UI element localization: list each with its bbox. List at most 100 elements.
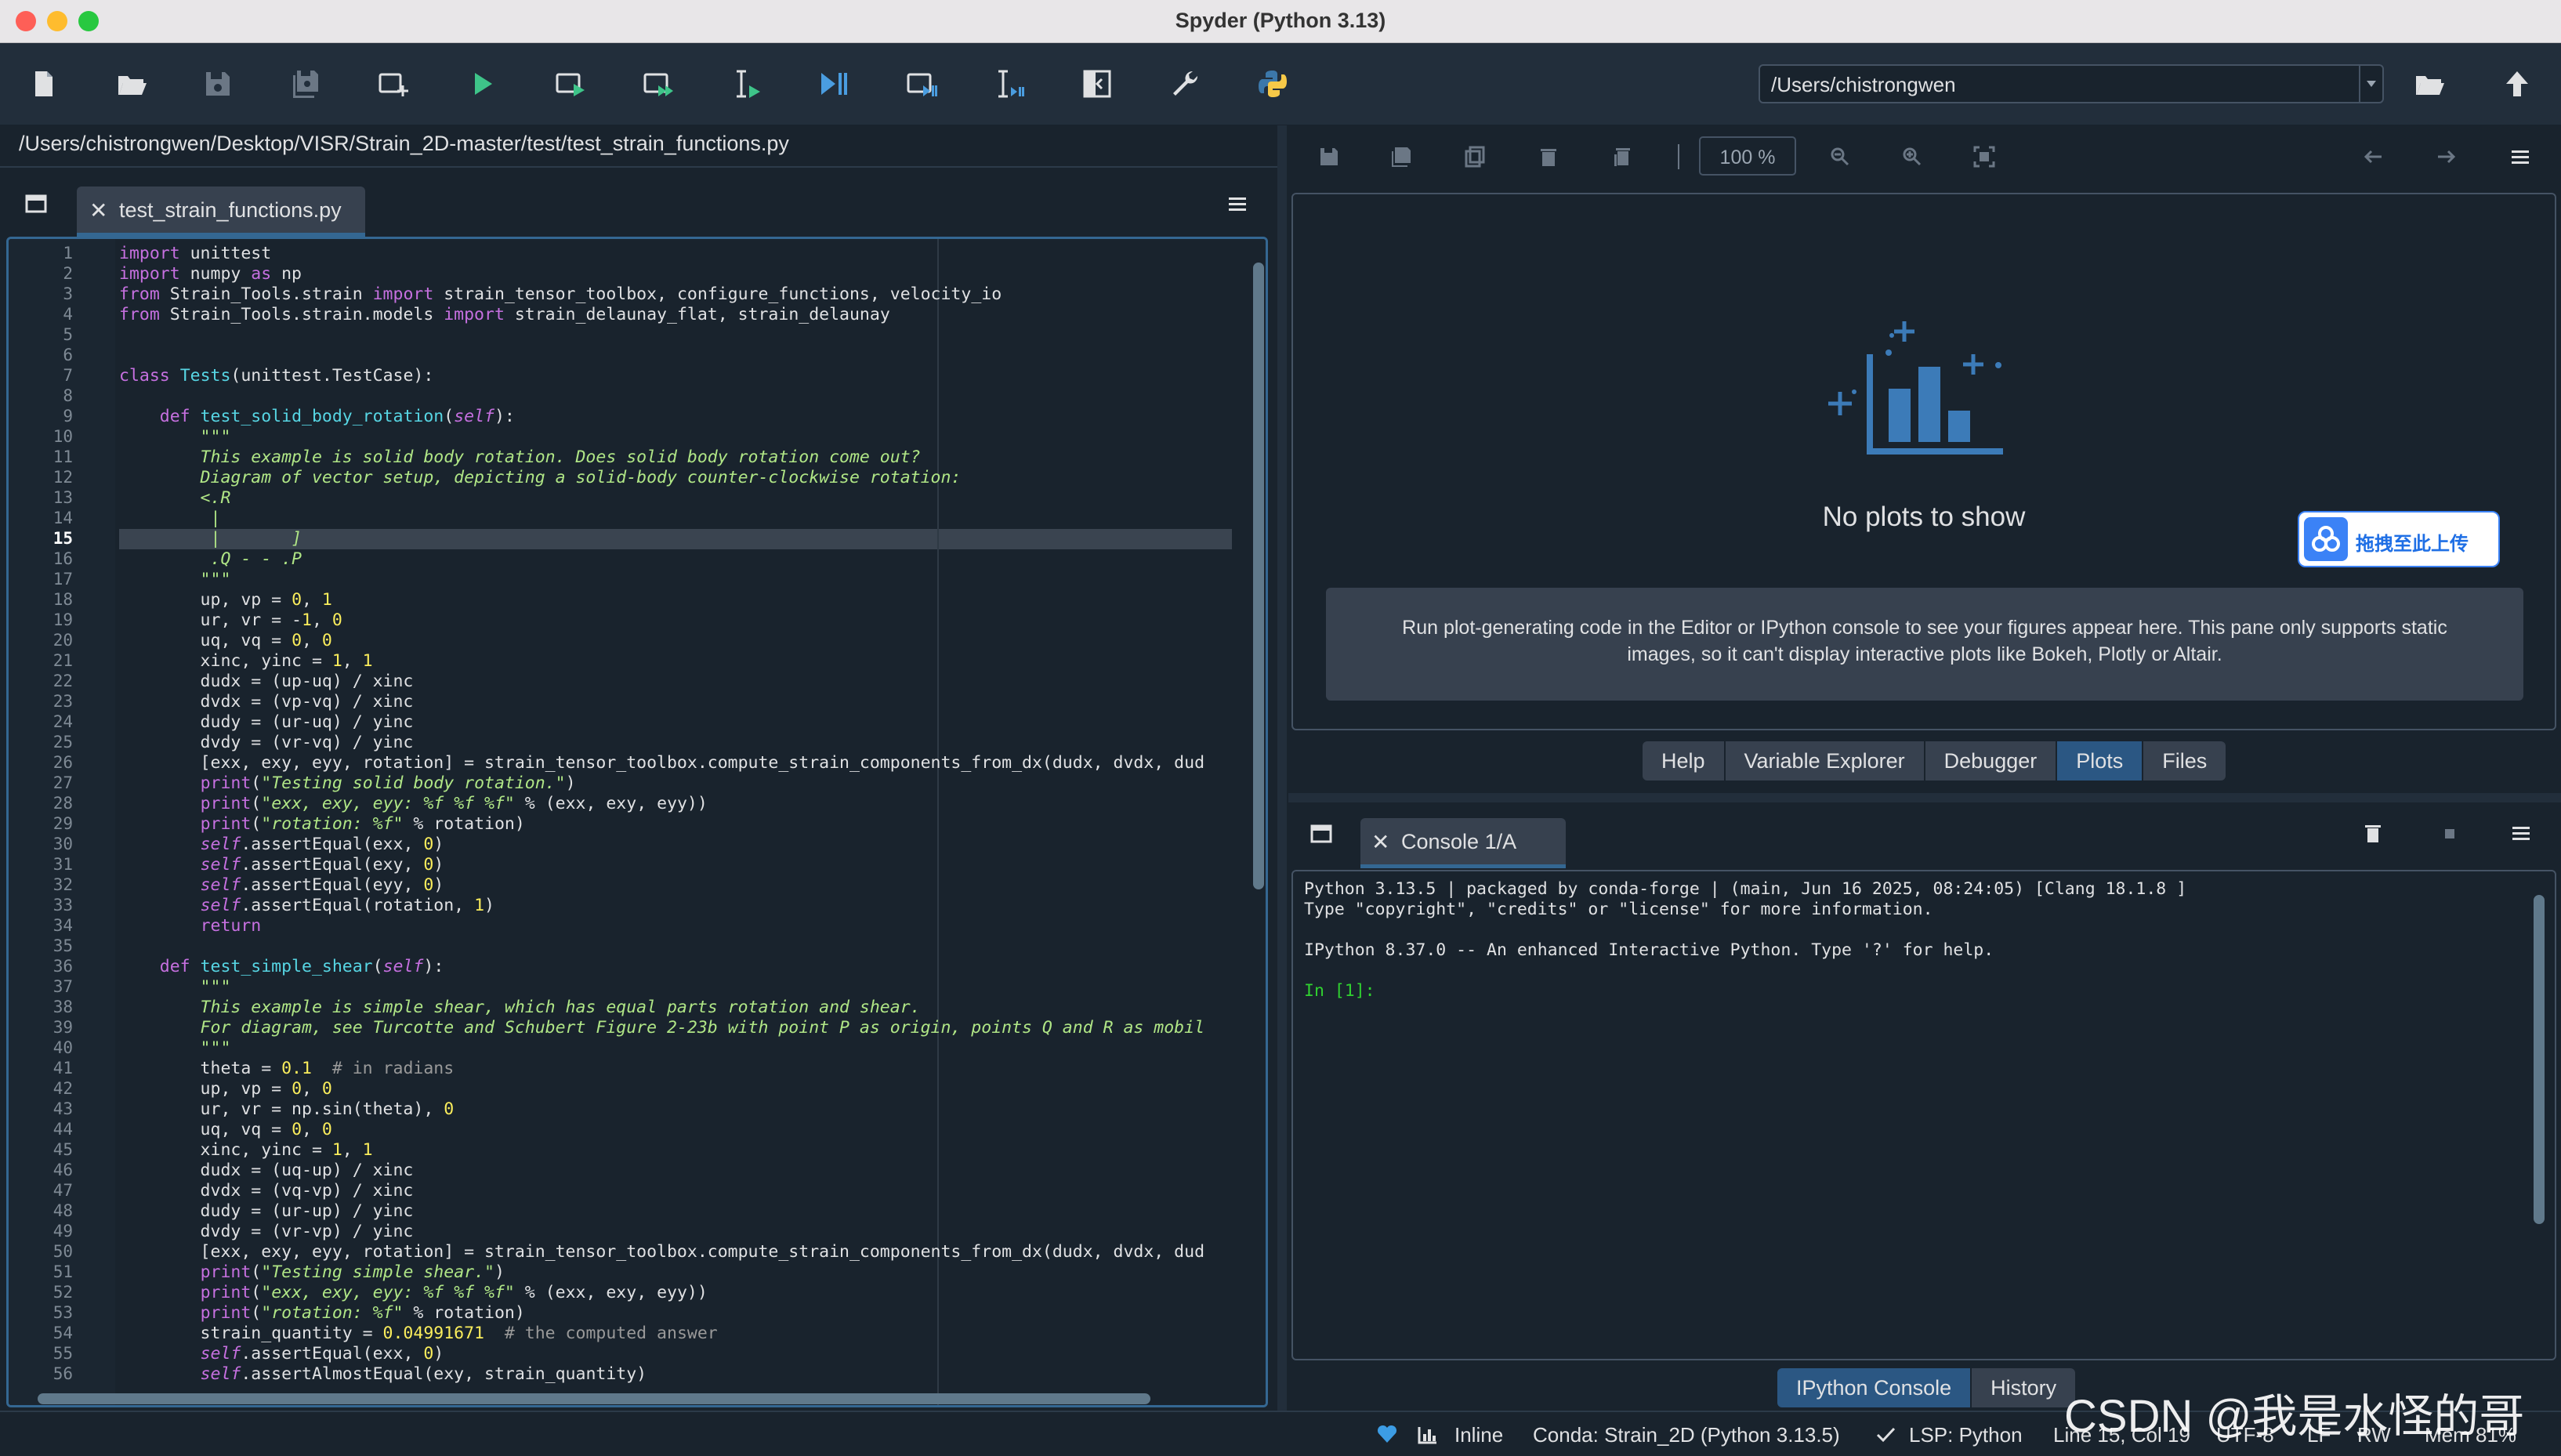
save-plot-icon[interactable] <box>1315 143 1343 171</box>
upload-button[interactable]: 拖拽至此上传 <box>2298 511 2500 567</box>
inline-backend-icon <box>1417 1425 1439 1445</box>
close-tab-icon[interactable]: ✕ <box>1371 829 1389 855</box>
console-line: IPython 8.37.0 -- An enhanced Interactiv… <box>1304 940 1994 960</box>
run-cell-icon[interactable] <box>550 63 591 104</box>
interrupt-kernel-icon[interactable] <box>2440 824 2459 843</box>
tab-debugger[interactable]: Debugger <box>1925 741 2058 781</box>
line-number: 43 <box>53 1099 73 1118</box>
open-folder-icon[interactable] <box>2409 63 2450 104</box>
save-all-plots-icon[interactable] <box>1387 143 1415 171</box>
zoom-field[interactable]: 100 % <box>1699 136 1796 176</box>
zoom-out-icon[interactable] <box>1826 143 1854 171</box>
code-line: ur, vr = np.sin(theta), 0 <box>119 1099 455 1119</box>
tab-test-strain-functions[interactable]: ✕ test_strain_functions.py <box>77 187 365 237</box>
editor-options-menu-icon[interactable] <box>1226 194 1249 215</box>
line-number: 44 <box>53 1120 73 1139</box>
browse-console-tabs-icon[interactable] <box>1309 821 1334 846</box>
preferences-wrench-icon[interactable] <box>1165 63 1205 104</box>
code-line: [exx, exy, eyy, rotation] = strain_tenso… <box>119 1242 1205 1262</box>
debug-selection-icon[interactable] <box>989 63 1030 104</box>
line-number: 51 <box>53 1262 73 1281</box>
tab-plots[interactable]: Plots <box>2057 741 2144 781</box>
previous-plot-icon[interactable] <box>2359 143 2387 171</box>
main-toolbar: /Users/chistrongwen <box>0 43 2561 125</box>
tab-ipython-console[interactable]: IPython Console <box>1777 1368 1972 1407</box>
console-line: Type "copyright", "credits" or "license"… <box>1304 900 1933 919</box>
zoom-in-icon[interactable] <box>1898 143 1926 171</box>
new-file-icon[interactable] <box>24 63 64 104</box>
code-line: from Strain_Tools.strain import strain_t… <box>119 284 1002 304</box>
maximize-pane-icon[interactable] <box>1077 63 1117 104</box>
code-line: from Strain_Tools.strain.models import s… <box>119 305 890 324</box>
code-line: import numpy as np <box>119 264 302 284</box>
status-inline[interactable]: Inline <box>1454 1423 1503 1447</box>
debug-icon[interactable] <box>813 63 854 104</box>
check-icon <box>1875 1425 1896 1445</box>
chevron-down-icon[interactable] <box>2359 66 2382 102</box>
code-line: up, vp = 0, 1 <box>119 590 332 610</box>
next-plot-icon[interactable] <box>2432 143 2461 171</box>
code-line: ur, vr = -1, 0 <box>119 610 342 630</box>
code-line: print("Testing solid body rotation.") <box>200 773 576 793</box>
copy-plot-icon[interactable] <box>1461 143 1489 171</box>
parent-directory-icon[interactable] <box>2497 63 2537 104</box>
console-options-menu-icon[interactable] <box>2509 823 2533 845</box>
editor-horizontal-scrollbar[interactable] <box>6 1389 1268 1409</box>
horizontal-splitter[interactable] <box>1288 793 2561 802</box>
line-number: 8 <box>63 386 73 405</box>
open-file-icon[interactable] <box>111 63 152 104</box>
working-directory-combobox[interactable]: /Users/chistrongwen <box>1759 64 2384 103</box>
vertical-splitter[interactable] <box>1277 125 1287 1411</box>
tab-variable-explorer[interactable]: Variable Explorer <box>1725 741 1925 781</box>
status-lsp[interactable]: LSP: Python <box>1909 1423 2023 1447</box>
code-line: self.assertEqual(exy, 0) <box>200 855 444 875</box>
line-number: 38 <box>53 998 73 1016</box>
code-line: dudy = (ur-uq) / yinc <box>119 712 414 732</box>
code-line: print("exx, exy, eyy: %f %f %f" % (exx, … <box>200 794 708 813</box>
line-number: 5 <box>63 325 73 344</box>
line-number: 42 <box>53 1079 73 1098</box>
tab-help[interactable]: Help <box>1643 741 1726 781</box>
run-cell-advance-icon[interactable] <box>638 63 679 104</box>
new-cell-icon[interactable] <box>373 63 414 104</box>
scrollbar-thumb[interactable] <box>2534 895 2545 1224</box>
zoom-value: 100 % <box>1719 147 1776 168</box>
save-all-icon[interactable] <box>285 63 326 104</box>
plot-canvas: No plots to show 拖拽至此上传 Run plot-generat… <box>1291 193 2556 730</box>
fit-plot-icon[interactable] <box>1970 143 1998 171</box>
save-icon[interactable] <box>197 63 238 104</box>
run-selection-icon[interactable] <box>726 63 766 104</box>
plots-info-text: Run plot-generating code in the Editor o… <box>1402 617 2447 665</box>
scrollbar-thumb[interactable] <box>38 1393 1150 1404</box>
code-editor[interactable]: 1 2 3 4 5 6 7 8 9 10 11 12 13 14 15 16 17 18 19 20 21 22 23 24 2… <box>6 237 1268 1407</box>
line-number: 13 <box>53 488 73 507</box>
debug-cell-icon[interactable] <box>901 63 942 104</box>
code-line: Diagram of vector setup, depicting a sol… <box>119 468 962 487</box>
editor-vertical-scrollbar[interactable] <box>1250 239 1266 1405</box>
code-line: """ <box>119 977 231 997</box>
run-icon[interactable] <box>462 63 503 104</box>
scrollbar-thumb[interactable] <box>1253 263 1264 889</box>
code-line: self.assertEqual(eyy, 0) <box>200 875 444 895</box>
clear-console-icon[interactable] <box>2360 821 2385 846</box>
close-tab-icon[interactable]: ✕ <box>89 197 107 223</box>
upload-button-label: 拖拽至此上传 <box>2356 534 2469 555</box>
delete-all-plots-icon[interactable] <box>1608 143 1636 171</box>
status-conda-env[interactable]: Conda: Strain_2D (Python 3.13.5) <box>1533 1423 1840 1447</box>
plots-options-menu-icon[interactable] <box>2506 143 2534 171</box>
tab-console-1a[interactable]: ✕ Console 1/A <box>1360 818 1566 868</box>
delete-plot-icon[interactable] <box>1534 143 1563 171</box>
browse-tabs-icon[interactable] <box>24 191 49 216</box>
line-number: 45 <box>53 1140 73 1159</box>
code-line: dvdx = (vp-vq) / xinc <box>119 692 414 712</box>
console-vertical-scrollbar[interactable] <box>2531 876 2547 1346</box>
code-line: dudx = (uq-up) / xinc <box>119 1161 414 1180</box>
line-number: 39 <box>53 1018 73 1037</box>
tab-history[interactable]: History <box>1972 1368 2076 1407</box>
ipython-console-output[interactable]: Python 3.13.5 | packaged by conda-forge … <box>1291 870 2556 1360</box>
python-path-icon[interactable] <box>1252 63 1293 104</box>
code-line: dudx = (up-uq) / xinc <box>119 672 414 691</box>
line-number: 49 <box>53 1222 73 1240</box>
tab-files[interactable]: Files <box>2143 741 2226 781</box>
line-number: 35 <box>53 936 73 955</box>
